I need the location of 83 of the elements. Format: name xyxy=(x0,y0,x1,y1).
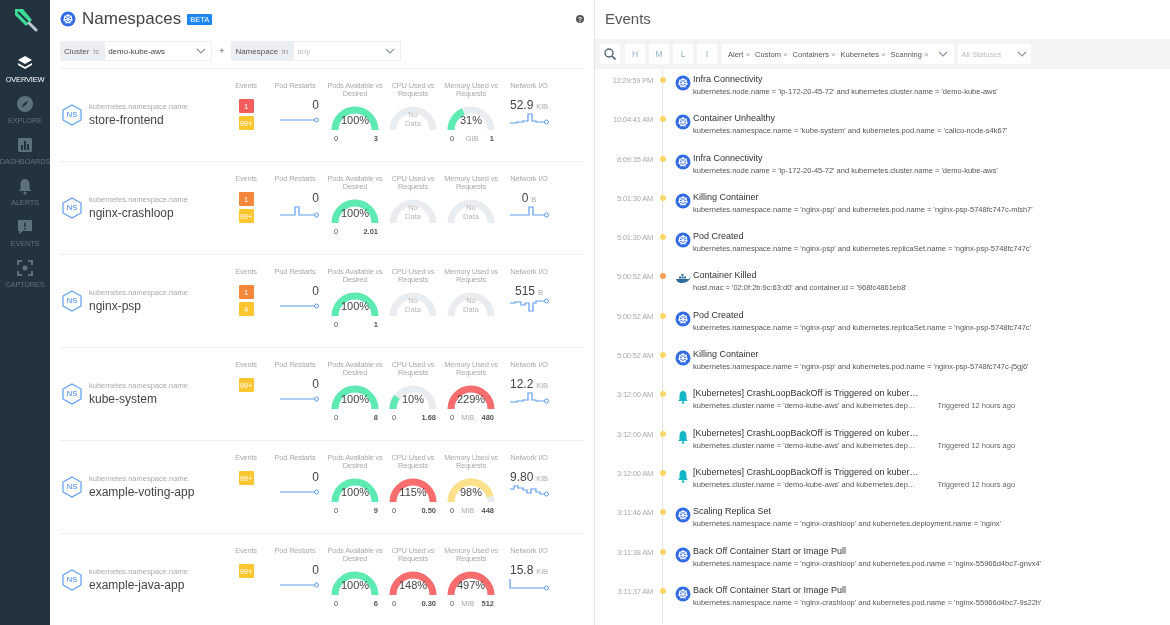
chevron-down-icon xyxy=(196,48,207,54)
bar-chart-icon[interactable] xyxy=(16,136,34,154)
kubernetes-icon xyxy=(60,11,76,27)
gauge-value: 100% xyxy=(339,300,371,312)
add-filter-link[interactable]: + xyxy=(219,46,225,56)
kubernetes-icon xyxy=(674,585,691,602)
panel-title: Namespaces xyxy=(82,9,182,29)
kubernetes-icon xyxy=(674,153,691,170)
event-title[interactable]: Pod Created xyxy=(693,309,1032,320)
event-title[interactable]: Container Killed xyxy=(693,270,907,281)
chevron-down-icon xyxy=(385,48,396,54)
gauge-value: 148% xyxy=(397,579,429,591)
gauge-value: 10% xyxy=(401,393,425,405)
gauge-value: 100% xyxy=(339,486,371,498)
gauge-value: 100% xyxy=(339,114,371,126)
kubernetes-icon xyxy=(674,232,691,249)
event-title[interactable]: Back Off Container Start or Image Pull xyxy=(693,584,1042,595)
namespace-name[interactable]: nginx-crashloop xyxy=(89,206,188,220)
event-title[interactable]: Killing Container xyxy=(693,349,1029,360)
restart-count: 0 xyxy=(312,563,319,577)
event-title[interactable]: Back Off Container Start or Image Pull xyxy=(693,545,1042,556)
kubernetes-icon xyxy=(674,310,691,327)
gauge-value: 31% xyxy=(459,114,483,126)
kubernetes-icon xyxy=(674,192,691,209)
kubernetes-icon xyxy=(674,546,691,563)
chevron-down-icon xyxy=(937,51,948,57)
filter-label: Cluster xyxy=(63,45,91,58)
sparkline xyxy=(509,298,549,312)
event-title[interactable]: Container Unhealthy xyxy=(693,113,1008,124)
namespace-name[interactable]: kube-system xyxy=(89,392,188,406)
search-button[interactable] xyxy=(600,44,620,64)
network-value: 0 xyxy=(521,191,529,205)
event-title[interactable]: [Kubernetes] CrashLoopBackOff is Triggered on kuber… xyxy=(693,427,1016,438)
namespace-name[interactable]: store-frontend xyxy=(89,113,188,127)
restart-count: 0 xyxy=(312,470,319,484)
filter-dropdown[interactable]: demo-kube-aws xyxy=(104,41,213,61)
event-title[interactable]: Infra Connectivity xyxy=(693,152,998,163)
namespace-name[interactable]: nginx-psp xyxy=(89,299,188,313)
network-value: 9.80 xyxy=(510,470,534,484)
gauge-value: 229% xyxy=(455,393,487,405)
sparkline xyxy=(509,484,549,498)
kubernetes-icon xyxy=(674,75,691,91)
sparkline xyxy=(509,112,549,126)
bell-icon[interactable] xyxy=(16,177,34,195)
kubernetes-icon xyxy=(674,507,691,524)
chevron-down-icon xyxy=(1016,51,1027,57)
gauge-value: 100% xyxy=(339,393,371,405)
sparkline xyxy=(279,205,319,218)
sparkline xyxy=(509,391,549,405)
network-value: 515 xyxy=(514,284,535,298)
sparkline xyxy=(509,205,549,219)
filter-label: Namespace xyxy=(234,45,280,58)
network-value: 12.2 xyxy=(510,377,534,391)
restart-count: 0 xyxy=(312,191,319,205)
event-title[interactable]: [Kubernetes] CrashLoopBackOff is Triggered on kuber… xyxy=(693,388,1016,399)
event-title[interactable]: Killing Container xyxy=(693,191,1033,202)
filter-operator: in xyxy=(282,45,290,58)
gauge-value: 100% xyxy=(339,579,371,591)
panel-title: Events xyxy=(604,9,652,29)
restart-count: 0 xyxy=(312,98,319,112)
namespace-name[interactable]: example-java-app xyxy=(89,578,188,592)
event-title[interactable]: Scaling Replica Set xyxy=(693,506,1001,517)
event-title[interactable]: [Kubernetes] CrashLoopBackOff is Triggered on kuber… xyxy=(693,466,1016,477)
network-value: 52.9 xyxy=(510,98,534,112)
network-value: 15.8 xyxy=(510,563,534,577)
compass-icon[interactable] xyxy=(16,95,34,113)
capture-icon[interactable] xyxy=(16,259,34,277)
logo-icon[interactable] xyxy=(12,6,38,32)
restart-count: 0 xyxy=(312,284,319,298)
gauge-value: 115% xyxy=(398,486,428,498)
event-title[interactable]: Pod Created xyxy=(693,231,1032,242)
event-title[interactable]: Infra Connectivity xyxy=(693,74,998,84)
layers-icon[interactable] xyxy=(16,54,34,72)
kubernetes-icon xyxy=(674,350,691,367)
gauge-value: 497% xyxy=(455,579,487,591)
sparkline xyxy=(509,577,549,591)
namespace-name[interactable]: example-voting-app xyxy=(89,485,195,499)
gauge-value: 98% xyxy=(459,486,483,498)
restart-count: 0 xyxy=(312,377,319,391)
gauge-value: 100% xyxy=(339,207,371,219)
filter-operator: is xyxy=(93,45,101,58)
kubernetes-icon xyxy=(674,114,691,131)
message-icon[interactable] xyxy=(16,218,34,236)
